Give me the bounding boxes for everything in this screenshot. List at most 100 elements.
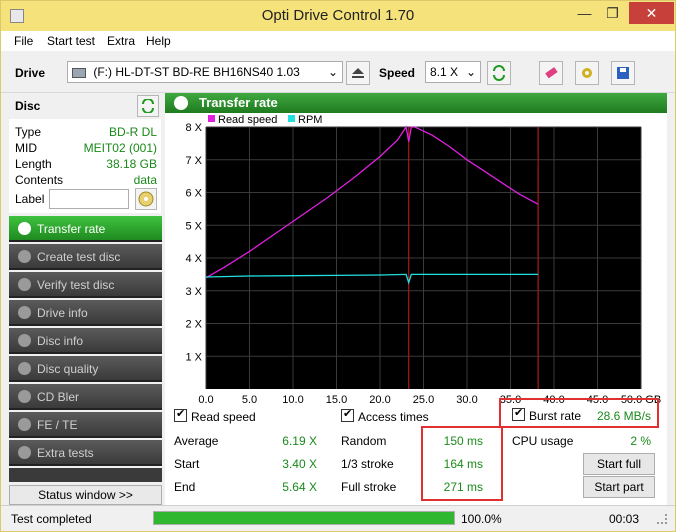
nav-label: Transfer rate (37, 222, 106, 236)
x-tick-label: 15.0 (326, 394, 347, 403)
y-tick-label: 3 X (185, 286, 202, 298)
verify-disc-icon (18, 278, 31, 291)
legend-swatch (208, 115, 215, 122)
stats-area: Read speed Access times Burst rate 28.6 … (165, 398, 667, 505)
restore-button[interactable]: ❐ (599, 2, 626, 24)
disc-label-input[interactable] (49, 189, 129, 209)
burst-rate-check-label: Burst rate (529, 409, 582, 423)
x-tick-label: 10.0 (282, 394, 303, 403)
chart-area: 0.0 5.0 10.0 15.0 20.0 25.0 30.0 35.0 40.0 45.0 50… (165, 113, 667, 406)
speed-select-value: 8.1 X (430, 65, 459, 79)
disc-mid-label: MID (15, 141, 37, 155)
refresh-icon (493, 65, 505, 81)
disc-contents-value: data (133, 173, 157, 187)
y-tick-label: 1 X (185, 351, 202, 363)
erase-button[interactable] (539, 61, 563, 85)
y-tick-label: 6 X (185, 188, 202, 200)
y-tick-label: 8 X (185, 122, 202, 134)
nav-label: Extra tests (37, 446, 94, 460)
save-button[interactable] (611, 61, 635, 85)
nav-disc-quality[interactable]: Disc quality (9, 356, 162, 382)
nav-transfer-rate[interactable]: Transfer rate (9, 216, 162, 242)
disc-quality-icon (18, 362, 31, 375)
nav-label: FE / TE (37, 418, 78, 432)
disc-type-label: Type (15, 125, 42, 139)
x-tick-label: 5.0 (242, 394, 257, 403)
start-label: Start (174, 457, 200, 471)
disc-length-value: 38.18 GB (106, 157, 157, 171)
create-disc-icon (18, 250, 31, 263)
resize-grip-icon[interactable] (657, 514, 667, 524)
menu-bar: File Start test Extra Help (1, 31, 675, 51)
settings-button[interactable] (575, 61, 599, 85)
y-tick-label: 5 X (185, 220, 202, 232)
start-part-button[interactable]: Start part (583, 476, 655, 498)
disc-icon (138, 191, 154, 207)
nav-drive-info[interactable]: Drive info (9, 300, 162, 326)
status-window-button[interactable]: Status window >> (9, 485, 162, 505)
end-label: End (174, 480, 196, 494)
nav-cd-bler[interactable]: CD Bler (9, 384, 162, 410)
gear-icon (582, 68, 592, 78)
nav-create-test-disc[interactable]: Create test disc (9, 244, 162, 270)
burst-rate-value: 28.6 MB/s (596, 409, 651, 423)
drive-label: Drive (15, 66, 46, 80)
nav-extra-tests[interactable]: Extra tests (9, 440, 162, 466)
nav-label: Disc info (37, 334, 84, 348)
start-full-button[interactable]: Start full (583, 453, 655, 475)
menu-help[interactable]: Help (146, 34, 171, 48)
panel-header: Transfer rate (165, 93, 667, 113)
x-tick-label: 0.0 (198, 394, 213, 403)
disc-contents-label: Contents (15, 173, 64, 187)
third-stroke-label: 1/3 stroke (341, 457, 394, 471)
close-button[interactable]: ✕ (629, 2, 674, 24)
extra-tests-icon (18, 446, 31, 459)
average-value: 6.19 X (282, 434, 317, 448)
nav-verify-test-disc[interactable]: Verify test disc (9, 272, 162, 298)
x-tick-label: 20.0 (369, 394, 390, 403)
refresh-icon (142, 99, 154, 113)
fe-te-icon (18, 418, 31, 431)
disc-mid-value: MEIT02 (001) (83, 141, 157, 155)
nav-label: CD Bler (37, 390, 80, 404)
average-label: Average (174, 434, 219, 448)
chevron-down-icon: ⌄ (465, 65, 476, 79)
disc-header: Disc (15, 99, 41, 113)
minimize-button[interactable]: — (571, 2, 598, 24)
elapsed-time: 00:03 (609, 512, 640, 526)
speed-label: Speed (379, 66, 416, 80)
refresh-speed-button[interactable] (487, 61, 511, 85)
y-tick-label: 2 X (185, 319, 202, 331)
menu-extra[interactable]: Extra (107, 34, 135, 48)
burst-rate-checkbox[interactable] (512, 406, 525, 424)
eject-button[interactable] (346, 61, 370, 85)
legend-swatch (288, 115, 295, 122)
speed-select[interactable]: 8.1 X ⌄ (425, 61, 481, 83)
nav-disc-info[interactable]: Disc info (9, 328, 162, 354)
eject-icon (352, 68, 364, 78)
drive-select[interactable]: (F:) HL-DT-ST BD-RE BH16NS40 1.03 ⌄ (67, 61, 343, 83)
menu-file[interactable]: File (14, 34, 33, 48)
end-value: 5.64 X (282, 480, 317, 494)
app-window: Opti Drive Control 1.70 — ❐ ✕ File Start… (0, 0, 676, 532)
nav-label: Create test disc (37, 250, 121, 264)
title-bar[interactable]: Opti Drive Control 1.70 — ❐ ✕ (1, 1, 675, 31)
drive-select-value: (F:) HL-DT-ST BD-RE BH16NS40 1.03 (93, 65, 300, 79)
disc-label-button[interactable] (135, 188, 157, 210)
full-stroke-label: Full stroke (341, 480, 397, 494)
disc-length-label: Length (15, 157, 52, 171)
refresh-disc-button[interactable] (137, 95, 159, 117)
read-speed-checkbox[interactable] (174, 407, 187, 425)
progress-bar (153, 511, 455, 525)
nav-fe-te[interactable]: FE / TE (9, 412, 162, 438)
legend-label: RPM (298, 114, 322, 126)
x-tick-label: 30.0 (456, 394, 477, 403)
y-tick-label: 4 X (185, 253, 202, 265)
drive-info-icon (18, 306, 31, 319)
legend-label: Read speed (218, 114, 277, 126)
menu-start-test[interactable]: Start test (47, 34, 95, 48)
access-times-checkbox[interactable] (341, 407, 354, 425)
eraser-icon (545, 67, 558, 79)
transfer-rate-chart: 0.0 5.0 10.0 15.0 20.0 25.0 30.0 35.0 40.0 45.0 50… (185, 114, 661, 406)
nav-filler (9, 468, 162, 482)
